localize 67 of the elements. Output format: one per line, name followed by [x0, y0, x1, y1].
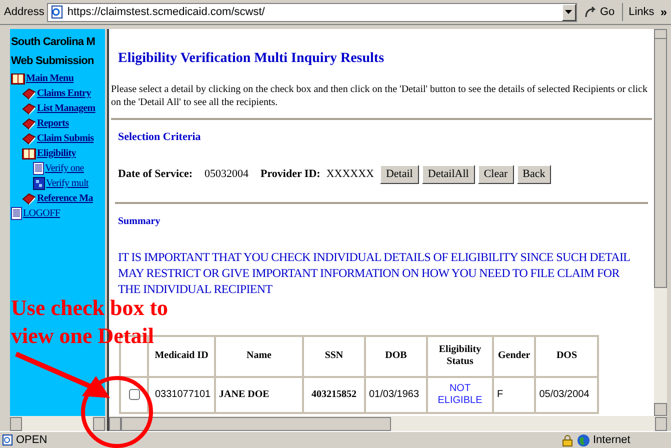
book-icon: [22, 102, 36, 114]
form-button[interactable]: Detail: [380, 164, 419, 184]
table-cell: 05/03/2004: [535, 376, 598, 412]
go-button[interactable]: Go: [580, 4, 619, 20]
sidebar-title: Web Submission: [11, 54, 95, 69]
window-icon: [33, 177, 45, 190]
page-icon: [2, 434, 14, 446]
sidebar-title: South Carolina M: [11, 35, 96, 50]
nav-link[interactable]: List Managem: [11, 101, 105, 116]
nav-link[interactable]: Reports: [11, 116, 105, 131]
vertical-scrollbar[interactable]: [654, 29, 667, 416]
column-header: SSN: [303, 336, 365, 376]
book-icon: [22, 132, 36, 144]
book-icon: [22, 88, 36, 100]
notice-text: IT IS IMPORTANT THAT YOU CHECK INDIVIDUAL DETAILS OF ELIGIBILITY SINCE SUCH DETAIL MAY RESTRICT OR GIVE IMPORTANT INFORMATION ON HOW YOU NEED TO FILE CLAIM FOR THE INDIVIDUAL RECIPIENT: [118, 248, 631, 296]
table-cell: 01/03/1963: [365, 376, 427, 412]
nav-link[interactable]: Main Menu: [11, 71, 105, 86]
nav-link[interactable]: Claim Submis: [11, 131, 105, 146]
lock-icon: [562, 434, 573, 446]
nav-link[interactable]: Claims Entry: [11, 86, 105, 101]
address-field[interactable]: https://claimstest.scmedicaid.com/scwst/: [47, 2, 577, 22]
horizontal-scrollbar[interactable]: [109, 416, 667, 431]
book-icon: [22, 118, 36, 130]
globe-icon: [577, 434, 590, 446]
form-button[interactable]: DetailAll: [422, 164, 475, 184]
nav-link[interactable]: Eligibility: [11, 146, 105, 161]
nav-link[interactable]: LOGOFF: [11, 206, 105, 221]
form-button[interactable]: Clear: [478, 164, 514, 184]
table-cell: JANE DOE: [215, 376, 303, 412]
column-header: Name: [215, 336, 303, 376]
open-book-icon: [11, 72, 25, 84]
status-text: OPEN: [16, 432, 48, 448]
row-checkbox[interactable]: [128, 389, 140, 400]
column-header: Eligibility Status: [427, 336, 493, 376]
nav-link[interactable]: Verify mult: [11, 176, 105, 191]
horizontal-scrollbar[interactable]: [10, 416, 105, 431]
table-cell: F: [493, 376, 536, 412]
section-heading: Selection Criteria: [118, 130, 202, 145]
dropdown-button[interactable]: [562, 4, 576, 20]
field-value: 05032004: [204, 166, 249, 182]
address-label: Address: [4, 4, 44, 20]
page-icon: [50, 5, 64, 19]
table-cell: 403215852: [303, 376, 365, 412]
open-book-icon: [22, 148, 36, 160]
document-icon: [33, 162, 44, 175]
field-label: Date of Service:: [118, 166, 193, 182]
field-value: XXXXXX: [326, 166, 374, 182]
table-cell: NOT ELIGIBLE: [427, 376, 493, 412]
column-header: Gender: [493, 336, 536, 376]
form-button[interactable]: Back: [516, 164, 552, 184]
url-text: https://claimstest.scmedicaid.com/scwst/: [67, 4, 266, 20]
column-header: DOS: [535, 336, 598, 376]
links-button[interactable]: Links: [626, 4, 658, 20]
nav-link[interactable]: Verify one: [11, 161, 105, 176]
instructions-text: Please select a detail by clicking on the check box and then click on the 'Detail' button to see the details of selected Recipients or click on the 'Detail All' to see all the recipients.: [111, 83, 648, 109]
more-chevron[interactable]: »: [660, 3, 667, 21]
nav-link[interactable]: Reference Ma: [11, 191, 105, 206]
book-icon: [22, 192, 36, 204]
zone-text: Internet: [593, 432, 632, 448]
page-title: Eligibility Verification Multi Inquiry Results: [118, 50, 386, 68]
field-label: Provider ID:: [260, 166, 320, 182]
section-heading: Summary: [118, 214, 162, 228]
document-icon: [11, 207, 22, 220]
annotation-text: Use check box to: [11, 294, 168, 322]
caret-icon: [565, 10, 572, 14]
go-arrow-icon: [584, 6, 598, 18]
column-header: DOB: [365, 336, 427, 376]
